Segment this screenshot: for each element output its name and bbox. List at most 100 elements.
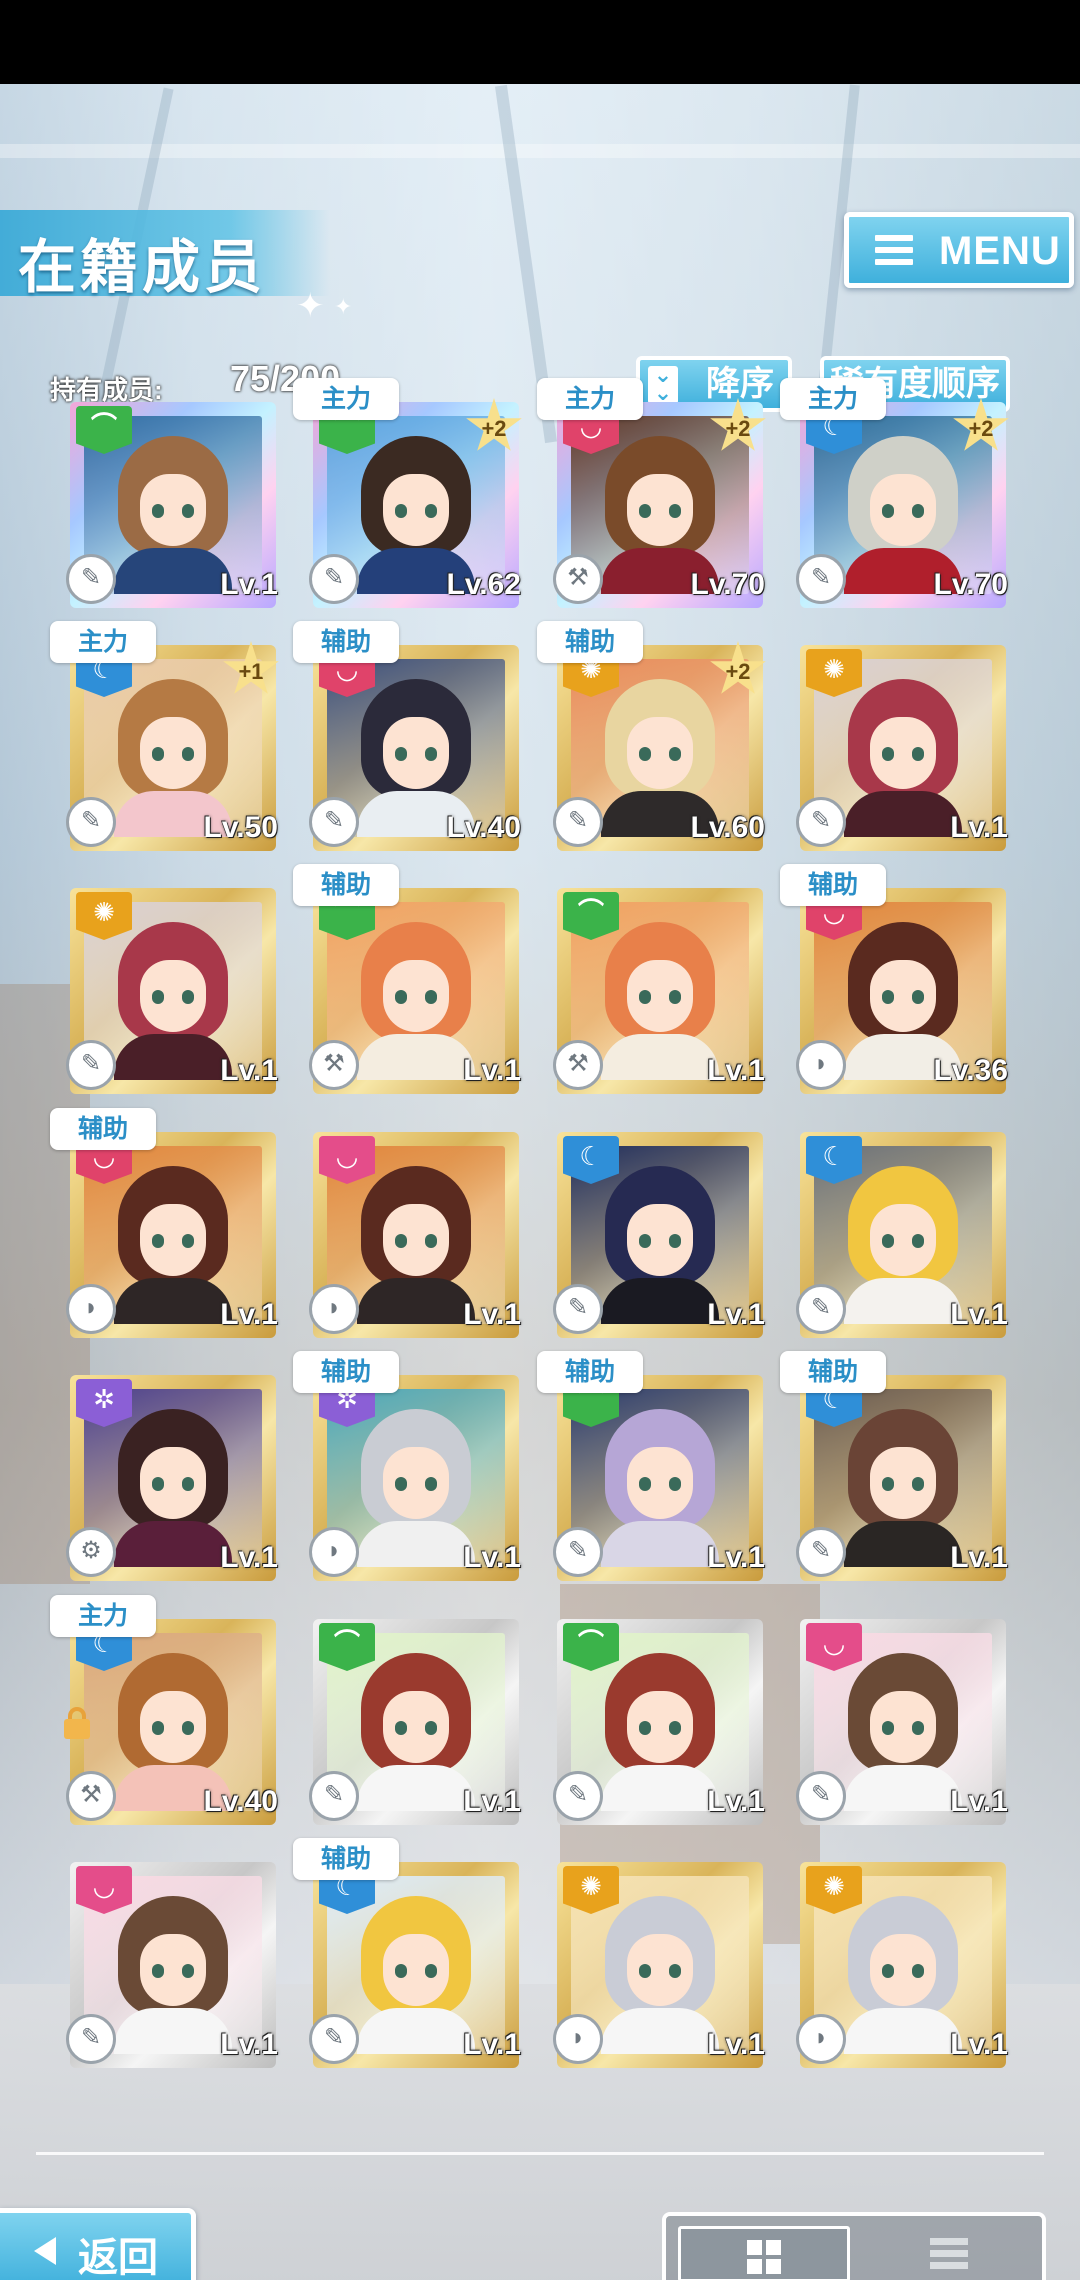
weapon-type-icon: ⚒ [553,554,603,604]
member-card[interactable]: ✲ ◗ Lv.1 辅助 [293,1351,521,1581]
member-card[interactable]: ⌒ ✎ Lv.1 辅助 [537,1351,765,1581]
role-tag: 辅助 [293,1351,399,1393]
weapon-type-icon: ✎ [796,1771,846,1821]
member-card[interactable]: ◡ ✎ Lv.40 辅助 [293,621,521,851]
weapon-type-icon: ✎ [553,1771,603,1821]
card-level: Lv.1 [950,1785,1008,1818]
card-level: Lv.1 [950,811,1008,844]
card-level: Lv.1 [463,1054,521,1087]
member-card[interactable]: ◡ ⚒ Lv.70 +2 主力 [537,378,766,608]
view-toggle [662,2212,1046,2280]
card-level: Lv.1 [220,2028,278,2061]
member-card[interactable]: ✺ ✎ Lv.1 [66,888,278,1094]
weapon-type-icon: ◗ [309,1527,359,1577]
member-card[interactable]: ☾ ✎ Lv.1 辅助 [780,1351,1008,1581]
member-card[interactable]: ⌒ ✎ Lv.62 +2 主力 [293,378,522,608]
weapon-type-icon: ✎ [66,1040,116,1090]
member-card[interactable]: ⌒ ⚒ Lv.1 [553,888,765,1094]
back-button[interactable]: 返回 [0,2208,196,2280]
role-tag: 辅助 [293,864,399,906]
weapon-type-icon: ◗ [66,1284,116,1334]
role-tag: 辅助 [780,864,886,906]
role-tag: 辅助 [293,1838,399,1880]
lock-icon [62,1707,92,1739]
member-card[interactable]: ☾ ✎ Lv.1 [553,1132,765,1338]
card-level: Lv.40 [203,1785,279,1818]
game-scene: 在籍成员 ✦ ✦ MENU 持有成员: 75/200 ⌄ ⌄ 降序 稀有度顺序 ⌒… [0,84,1080,2280]
role-tag: 主力 [780,378,886,420]
card-level: Lv.1 [463,2028,521,2061]
weapon-type-icon: ◗ [553,2014,603,2064]
role-tag: 辅助 [780,1351,886,1393]
role-tag: 辅助 [537,621,643,663]
card-level: Lv.1 [950,1541,1008,1574]
weapon-type-icon: ✎ [553,1284,603,1334]
weapon-type-icon: ✎ [66,554,116,604]
status-bar [0,0,1080,84]
card-level: Lv.36 [933,1054,1009,1087]
weapon-type-icon: ✎ [796,1527,846,1577]
member-card[interactable]: ✺ ✎ Lv.1 [796,645,1008,851]
card-level: Lv.1 [220,1541,278,1574]
member-card[interactable]: ☾ ⚒ Lv.40 主力 [50,1595,279,1825]
card-level: Lv.60 [690,811,766,844]
weapon-type-icon: ✎ [796,1284,846,1334]
weapon-type-icon: ✎ [66,2014,116,2064]
weapon-type-icon: ✎ [309,1771,359,1821]
weapon-type-icon: ✎ [796,554,846,604]
card-level: Lv.1 [463,1785,521,1818]
weapon-type-icon: ✎ [553,797,603,847]
role-tag: 辅助 [50,1108,156,1150]
list-view-icon [930,2238,968,2272]
card-level: Lv.50 [203,811,279,844]
role-tag: 主力 [537,378,643,420]
card-level: Lv.1 [463,1298,521,1331]
member-card[interactable]: ⌒ ✎ Lv.1 [66,402,278,608]
weapon-type-icon: ◗ [309,1284,359,1334]
weapon-type-icon: ✎ [796,797,846,847]
weapon-type-icon: ⚒ [66,1771,116,1821]
card-level: Lv.1 [463,1541,521,1574]
weapon-type-icon: ✎ [309,554,359,604]
weapon-type-icon: ◗ [796,2014,846,2064]
role-tag: 主力 [293,378,399,420]
member-card[interactable]: ✲ ⚙ Lv.1 [66,1375,278,1581]
member-card[interactable]: ◡ ◗ Lv.1 辅助 [50,1108,278,1338]
back-arrow-icon [34,2237,56,2265]
grid-view-icon [747,2240,781,2274]
member-card[interactable]: ☾ ✎ Lv.50 +1 主力 [50,621,279,851]
member-card[interactable]: ◡ ✎ Lv.1 [66,1862,278,2068]
grid-view-button[interactable] [678,2226,850,2280]
weapon-type-icon: ⚙ [66,1527,116,1577]
member-card[interactable]: ☾ ✎ Lv.1 辅助 [293,1838,521,2068]
member-card[interactable]: ⌒ ⚒ Lv.1 辅助 [293,864,521,1094]
member-card[interactable]: ✺ ✎ Lv.60 +2 辅助 [537,621,766,851]
card-level: Lv.1 [707,2028,765,2061]
back-label: 返回 [78,2236,158,2280]
card-level: Lv.1 [707,1541,765,1574]
member-card[interactable]: ◡ ◗ Lv.36 辅助 [780,864,1009,1094]
member-card[interactable]: ⌒ ✎ Lv.1 [553,1619,765,1825]
member-card-grid: ⌒ ✎ Lv.1 ⌒ ✎ Lv.62 +2 主力 ◡ ⚒ Lv.70 +2 主力 ☾ ✎ Lv.70 +2 主力 ☾… [0,84,1080,2154]
card-level: Lv.1 [707,1785,765,1818]
weapon-type-icon: ◗ [796,1040,846,1090]
card-level: Lv.1 [950,2028,1008,2061]
weapon-type-icon: ⚒ [553,1040,603,1090]
member-card[interactable]: ✺ ◗ Lv.1 [553,1862,765,2068]
list-view-button[interactable] [866,2226,1034,2280]
weapon-type-icon: ✎ [309,2014,359,2064]
card-level: Lv.70 [690,568,766,601]
member-card[interactable]: ⌒ ✎ Lv.1 [309,1619,521,1825]
weapon-type-icon: ✎ [66,797,116,847]
card-level: Lv.62 [446,568,522,601]
member-card[interactable]: ◡ ✎ Lv.1 [796,1619,1008,1825]
card-level: Lv.1 [950,1298,1008,1331]
card-level: Lv.1 [707,1054,765,1087]
member-card[interactable]: ☾ ✎ Lv.1 [796,1132,1008,1338]
card-level: Lv.1 [220,1298,278,1331]
member-card[interactable]: ✺ ◗ Lv.1 [796,1862,1008,2068]
member-card[interactable]: ☾ ✎ Lv.70 +2 主力 [780,378,1009,608]
role-tag: 辅助 [293,621,399,663]
card-level: Lv.70 [933,568,1009,601]
member-card[interactable]: ◡ ◗ Lv.1 [309,1132,521,1338]
